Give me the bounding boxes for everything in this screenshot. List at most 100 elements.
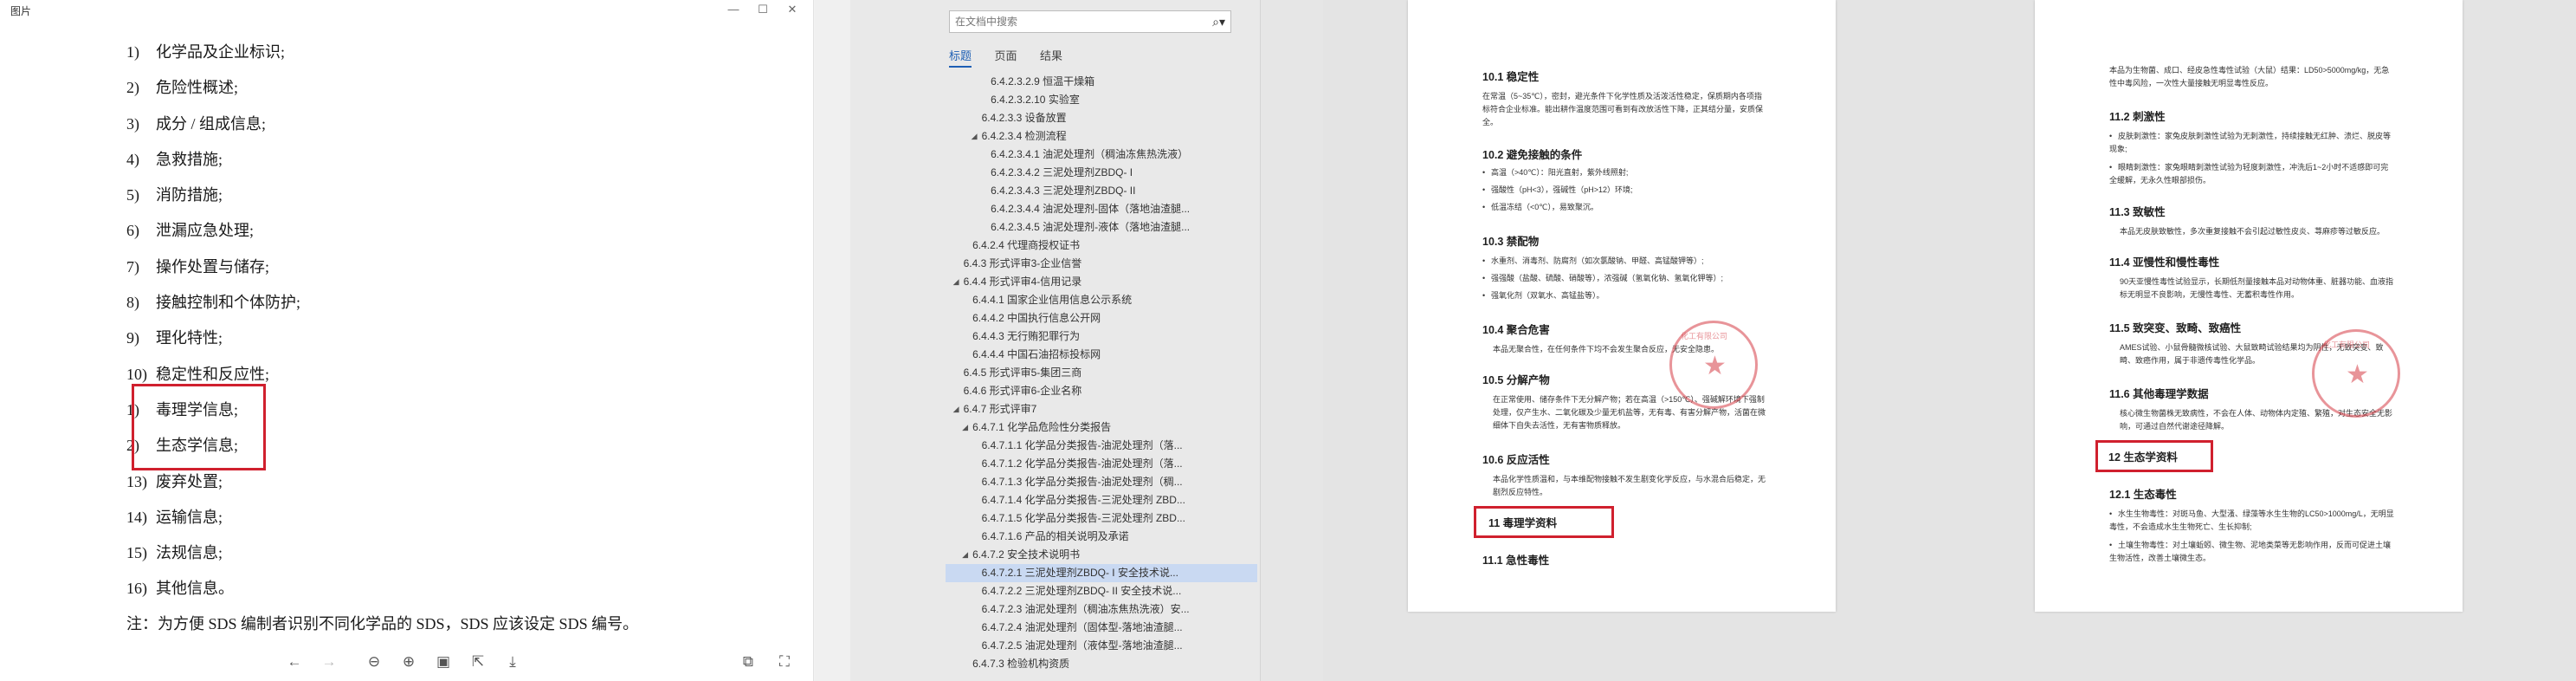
viewer-toolbar: ← → ⊖ ⊕ ▣ ⇱ ⤓ ⧉ ⛶ [0,646,813,678]
nav-heading-item[interactable]: 6.4.7.2.2 三泥处理剂ZBDQ- II 安全技术说... [946,582,1257,600]
collapse-arrow-icon[interactable]: ◢ [953,400,959,418]
nav-heading-item[interactable]: ◢ 6.4.2.3.4 检测流程 [946,127,1257,146]
section-heading: 11.2 刺激性 [2109,111,2166,123]
nav-heading-item[interactable]: 6.4.4.3 无行贿犯罪行为 [946,328,1257,346]
nav-heading-item[interactable]: 6.4.7.2.4 油泥处理剂（固体型-落地油渣腿... [946,619,1257,637]
content-line: 6) 泄漏应急处理; [126,220,300,256]
nav-heading-item[interactable]: 6.4.7.1.1 化学品分类报告-油泥处理剂（落... [946,437,1257,455]
open-external-icon[interactable]: ⇱ [468,652,488,672]
nav-heading-label: 6.4.6 形式评审6-企业名称 [963,385,1082,397]
nav-heading-item[interactable]: 6.4.4.2 中国执行信息公开网 [946,309,1257,328]
nav-heading-label: 6.4.7.1 化学品危险性分类报告 [972,421,1112,433]
nav-heading-item[interactable]: ◢ 6.4.7 形式评审7 [946,400,1257,418]
nav-heading-label: 6.4.7.1.5 化学品分类报告-三泥处理剂 ZBD... [981,512,1185,524]
highlighted-heading-toxicology: 11 毒理学资料 [1474,506,1614,538]
nav-heading-item[interactable]: 6.4.2.3.4.5 油泥处理剂-液体（落地油渣腿... [946,218,1257,237]
nav-heading-item[interactable]: 6.4.7.1.3 化学品分类报告-油泥处理剂（稠... [946,473,1257,491]
line-number: 5) [126,186,139,204]
section-heading: 10.5 分解产物 [1482,374,1550,386]
extract-text-icon[interactable]: ⧉ [738,652,759,672]
nav-heading-item[interactable]: 6.4.2.3.2.10 实验室 [946,91,1257,109]
nav-heading-item[interactable]: 6.4.2.3.4.2 三泥处理剂ZBDQ- I [946,164,1257,182]
nav-heading-item[interactable]: 6.4.2.3.2.9 恒温干燥箱 [946,73,1257,91]
zoom-in-icon[interactable]: ⊕ [398,652,419,672]
content-line: 4) 急救措施; [126,149,300,185]
nav-heading-label: 6.4.7.2.1 三泥处理剂ZBDQ- I 安全技术说... [981,567,1178,579]
nav-heading-label: 6.4.7.2.2 三泥处理剂ZBDQ- II 安全技术说... [981,585,1182,597]
content-line: 5) 消防措施; [126,185,300,220]
nav-heading-item[interactable]: 6.4.7.2.5 油泥处理剂（液体型-落地油渣腿... [946,637,1257,655]
bullet-item: 水生生物毒性：对斑马鱼、大型溞、绿藻等水生生物的LC50>1000mg/L，无明… [2109,508,2395,534]
nav-heading-item[interactable]: 6.4.7.2.3 油泥处理剂（稠油冻焦热洗液）安... [946,600,1257,619]
divider [1261,0,1323,681]
section-body: 本品无皮肤致敏性，多次重复接触不会引起过敏性皮炎、荨麻疹等过敏反应。 [2120,227,2386,236]
nav-heading-item[interactable]: 6.4.7.1.2 化学品分类报告-油泥处理剂（落... [946,455,1257,473]
search-icon[interactable]: ⌕▾ [1212,11,1225,32]
line-text: 废弃处置; [156,472,223,490]
collapse-arrow-icon[interactable]: ◢ [972,127,978,146]
nav-heading-item[interactable]: 6.4.7.1.4 化学品分类报告-三泥处理剂 ZBD... [946,491,1257,509]
nav-heading-item[interactable]: 6.4.7.1.5 化学品分类报告-三泥处理剂 ZBD... [946,509,1257,528]
line-number: 6) [126,222,139,240]
nav-heading-item[interactable]: 6.4.3 形式评审3-企业信誉 [946,255,1257,273]
nav-heading-item[interactable]: 6.4.5 形式评审5-集团三商 [946,364,1257,382]
content-line: 15) 法规信息; [126,542,300,578]
collapse-arrow-icon[interactable]: ◢ [962,418,968,437]
content-line: 3) 成分 / 组成信息; [126,114,300,149]
nav-heading-item[interactable]: ◢ 6.4.7.2 安全技术说明书 [946,546,1257,564]
zoom-out-icon[interactable]: ⊖ [364,652,384,672]
line-number: 10) [126,365,147,383]
download-icon[interactable]: ⤓ [502,652,523,672]
line-number: 8) [126,294,139,312]
nav-heading-item[interactable]: 6.4.2.3.3 设备放置 [946,109,1257,127]
nav-heading-item[interactable]: 6.4.2.3.4.1 油泥处理剂（稠油冻焦热洗液） [946,146,1257,164]
tab-headings[interactable]: 标题 [949,47,972,68]
line-text: 成分 / 组成信息; [156,114,267,133]
line-text: 法规信息; [156,544,223,562]
nav-heading-label: 6.4.4 形式评审4-信用记录 [963,276,1082,288]
line-text: 危险性概述; [156,79,239,97]
company-seal: 化工有限公司 ★ [2312,329,2400,418]
tab-results[interactable]: 结果 [1040,47,1062,66]
nav-heading-label: 6.4.7.1.1 化学品分类报告-油泥处理剂（落... [981,439,1183,451]
section-body: 本品化学性质温和，与本维配物接触不发生剧变化学反应，与水混合后稳定，无剧烈反应特… [1493,475,1766,496]
content-line: 9) 理化特性; [126,328,300,363]
minimize-button[interactable]: — [724,1,743,18]
fullscreen-icon[interactable]: ⛶ [774,652,795,672]
nav-heading-item[interactable]: 6.4.2.3.4.4 油泥处理剂-固体（落地油渣腿... [946,200,1257,218]
line-number: 13) [126,472,147,490]
bullet-item: 眼睛刺激性：家兔眼睛刺激性试验为轻度刺激性，冲洗后1~2小时不适感即可完全缓解，… [2109,161,2395,187]
section-heading: 12.1 生态毒性 [2109,489,2177,501]
line-number: 9) [126,329,139,347]
nav-heading-label: 6.4.2.3.2.9 恒温干燥箱 [991,75,1095,88]
nav-heading-item[interactable]: 6.4.7.2.1 三泥处理剂ZBDQ- I 安全技术说... [946,564,1257,582]
collapse-arrow-icon[interactable]: ◢ [953,273,959,291]
content-line: 2) 危险性概述; [126,77,300,113]
search-input[interactable]: 在文档中搜索 ⌕▾ [949,10,1231,33]
section-heading: 10.2 避免接触的条件 [1482,149,1583,161]
line-text: 泄漏应急处理; [156,222,255,240]
nav-heading-item[interactable]: 6.4.2.3.4.3 三泥处理剂ZBDQ- II [946,182,1257,200]
line-number: 7) [126,257,139,276]
line-number: 16) [126,580,147,598]
nav-heading-label: 6.4.7.1.4 化学品分类报告-三泥处理剂 ZBD... [981,494,1185,506]
nav-heading-item[interactable]: 6.4.7.3 检验机构资质 [946,655,1257,673]
nav-heading-item[interactable]: ◢ 6.4.4 形式评审4-信用记录 [946,273,1257,291]
fit-window-icon[interactable]: ▣ [433,652,454,672]
navigation-pane: 在文档中搜索 ⌕▾ 标题 页面 结果 6.4.2.3.2.9 恒温干燥箱 6.4.… [850,0,1261,681]
collapse-arrow-icon[interactable]: ◢ [962,546,968,564]
maximize-button[interactable]: ☐ [753,1,772,18]
nav-heading-item[interactable]: 6.4.7.1.6 产品的相关说明及承诺 [946,528,1257,546]
close-button[interactable]: ✕ [783,1,802,18]
company-seal: 化工有限公司 ★ [1669,321,1758,409]
forward-icon[interactable]: → [319,652,339,672]
tab-pages[interactable]: 页面 [994,47,1017,66]
back-icon[interactable]: ← [284,652,305,672]
nav-heading-item[interactable]: 6.4.4.4 中国石油招标投标网 [946,346,1257,364]
nav-heading-label: 6.4.7.2 安全技术说明书 [972,548,1081,561]
nav-heading-item[interactable]: 6.4.6 形式评审6-企业名称 [946,382,1257,400]
nav-heading-item[interactable]: 6.4.2.4 代理商授权证书 [946,237,1257,255]
section-heading: 11.1 急性毒性 [1482,555,1550,567]
nav-heading-item[interactable]: 6.4.4.1 国家企业信用信息公示系统 [946,291,1257,309]
nav-heading-item[interactable]: ◢ 6.4.7.1 化学品危险性分类报告 [946,418,1257,437]
